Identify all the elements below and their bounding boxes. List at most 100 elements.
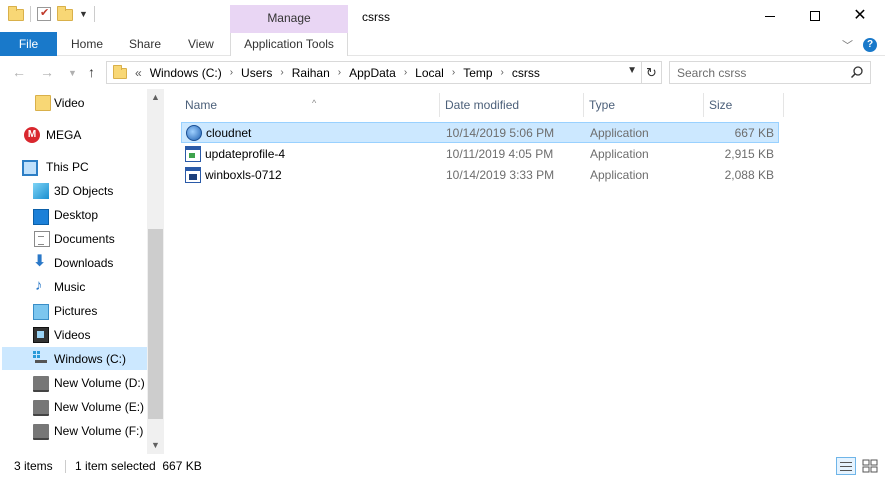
new-folder-icon[interactable] <box>57 6 73 21</box>
ribbon-tabs: File Home Share View Application Tools ﹀… <box>0 31 885 56</box>
nav-item-new-volume-e[interactable]: New Volume (E:) <box>2 395 147 418</box>
address-history-chevron-icon[interactable]: ▼ <box>627 65 637 76</box>
title-bar: ▼ Manage csrss ✕ <box>0 0 885 32</box>
column-header-size[interactable]: Size <box>704 93 784 117</box>
scroll-down-chevron-icon[interactable]: ▼ <box>147 437 164 454</box>
nav-item-3d-objects[interactable]: 3D Objects <box>2 179 147 202</box>
navigation-bar: ← → ▼ ↑ « Windows (C:) › Users › Raihan … <box>0 57 885 89</box>
nav-item-desktop[interactable]: Desktop <box>2 203 147 226</box>
customize-toolbar-chevron-icon[interactable]: ▼ <box>79 9 88 19</box>
file-date: 10/14/2019 3:33 PM <box>446 168 555 182</box>
column-header-label: Date modified <box>445 98 520 112</box>
search-input[interactable] <box>677 65 847 80</box>
3d-objects-icon <box>33 183 49 199</box>
nav-item-label: Videos <box>54 327 91 342</box>
back-arrow-icon[interactable]: ← <box>12 64 26 80</box>
large-icons-view-button[interactable] <box>860 457 880 475</box>
column-header-label: Type <box>589 98 616 112</box>
nav-item-label: Video <box>54 95 85 110</box>
scrollbar-thumb[interactable] <box>148 229 163 419</box>
navigation-pane-scrollbar[interactable]: ▲ ▼ <box>147 89 164 454</box>
column-header-type[interactable]: Type <box>584 93 704 117</box>
selection-info: 1 item selected 667 KB <box>75 459 202 473</box>
file-name: cloudnet <box>206 126 252 140</box>
address-bar[interactable]: « Windows (C:) › Users › Raihan › AppDat… <box>106 61 662 84</box>
column-header-date-modified[interactable]: Date modified <box>440 93 584 117</box>
breadcrumb-chevron-icon[interactable]: › <box>452 67 455 78</box>
search-box[interactable] <box>669 61 871 84</box>
breadcrumb-overflow[interactable]: « <box>135 66 142 80</box>
breadcrumb-chevron-icon[interactable]: › <box>338 67 341 78</box>
breadcrumb-users[interactable]: Users <box>241 66 272 80</box>
divider <box>93 6 95 22</box>
item-count: 3 items <box>14 459 53 473</box>
breadcrumb-appdata[interactable]: AppData <box>349 66 396 80</box>
nav-item-label: 3D Objects <box>54 183 114 198</box>
tab-application-tools[interactable]: Application Tools <box>230 31 348 56</box>
close-button[interactable]: ✕ <box>837 0 883 32</box>
nav-item-label: Pictures <box>54 303 98 318</box>
folder-icon[interactable] <box>8 6 24 21</box>
nav-item-label: This PC <box>46 159 89 174</box>
breadcrumb-temp[interactable]: Temp <box>463 66 492 80</box>
application-icon <box>185 146 201 162</box>
details-view-button[interactable] <box>836 457 856 475</box>
close-icon: ✕ <box>853 7 867 24</box>
nav-item-new-volume-d[interactable]: New Volume (D:) <box>2 371 147 394</box>
column-header-name[interactable]: Name ^ <box>180 93 440 117</box>
breadcrumb-csrss[interactable]: csrss <box>512 66 540 80</box>
nav-item-video[interactable]: Video <box>2 91 147 114</box>
search-icon[interactable] <box>850 65 864 79</box>
up-arrow-icon[interactable]: ↑ <box>88 64 95 80</box>
nav-item-downloads[interactable]: ⬇ Downloads <box>2 251 147 274</box>
breadcrumb-chevron-icon[interactable]: › <box>280 67 283 78</box>
tab-file[interactable]: File <box>0 32 57 56</box>
column-header-label: Size <box>709 98 733 112</box>
properties-icon[interactable] <box>37 6 51 21</box>
breadcrumb-local[interactable]: Local <box>415 66 444 80</box>
nav-item-pictures[interactable]: Pictures <box>2 299 147 322</box>
minimize-button[interactable] <box>747 0 793 32</box>
help-icon[interactable]: ? <box>863 38 877 52</box>
nav-item-windows-c[interactable]: Windows (C:) <box>2 347 147 370</box>
manage-contextual-tab[interactable]: Manage <box>230 5 348 32</box>
refresh-icon[interactable]: ↻ <box>641 62 661 83</box>
file-type: Application <box>590 126 649 140</box>
nav-item-mega[interactable]: M MEGA <box>2 123 147 146</box>
breadcrumb-chevron-icon[interactable]: › <box>230 67 233 78</box>
expand-ribbon-chevron-icon[interactable]: ﹀ <box>842 37 853 53</box>
window-app-icon <box>185 167 201 183</box>
breadcrumb-raihan[interactable]: Raihan <box>292 66 330 80</box>
breadcrumb-chevron-icon[interactable]: › <box>404 67 407 78</box>
nav-item-music[interactable]: ♪ Music <box>2 275 147 298</box>
documents-icon <box>34 231 50 247</box>
tab-share[interactable]: Share <box>129 32 161 56</box>
sort-ascending-icon: ^ <box>312 98 317 108</box>
tab-view[interactable]: View <box>188 32 214 56</box>
this-pc-icon <box>22 160 38 176</box>
nav-item-label: Desktop <box>54 207 99 222</box>
file-name: updateprofile-4 <box>205 147 286 161</box>
nav-item-documents[interactable]: Documents <box>2 227 147 250</box>
divider <box>30 6 31 22</box>
file-size: 2,915 KB <box>724 147 774 161</box>
forward-arrow-icon[interactable]: → <box>40 64 54 80</box>
navigation-pane: Video M MEGA This PC 3D Objects Desktop … <box>0 89 164 454</box>
nav-item-label: Downloads <box>54 255 114 270</box>
file-row-updateprofile-4[interactable]: updateprofile-4 10/11/2019 4:05 PM Appli… <box>181 144 779 165</box>
file-row-cloudnet[interactable]: cloudnet 10/14/2019 5:06 PM Application … <box>181 122 779 143</box>
breadcrumb-windows-c[interactable]: Windows (C:) <box>150 66 222 80</box>
file-type: Application <box>590 147 649 161</box>
nav-item-new-volume-f[interactable]: New Volume (F:) <box>2 419 147 442</box>
nav-item-videos[interactable]: Videos <box>2 323 147 346</box>
file-size: 667 KB <box>734 126 774 140</box>
nav-item-this-pc[interactable]: This PC <box>2 155 147 178</box>
file-row-winboxls-0712[interactable]: winboxls-0712 10/14/2019 3:33 PM Applica… <box>181 165 779 186</box>
scroll-up-chevron-icon[interactable]: ▲ <box>147 89 164 106</box>
status-bar: 3 items 1 item selected 667 KB <box>0 454 885 479</box>
recent-locations-chevron-icon[interactable]: ▼ <box>68 68 77 78</box>
tab-home[interactable]: Home <box>71 32 103 56</box>
maximize-button[interactable] <box>792 0 838 32</box>
breadcrumb-chevron-icon[interactable]: › <box>501 67 504 78</box>
drive-icon <box>33 400 49 416</box>
